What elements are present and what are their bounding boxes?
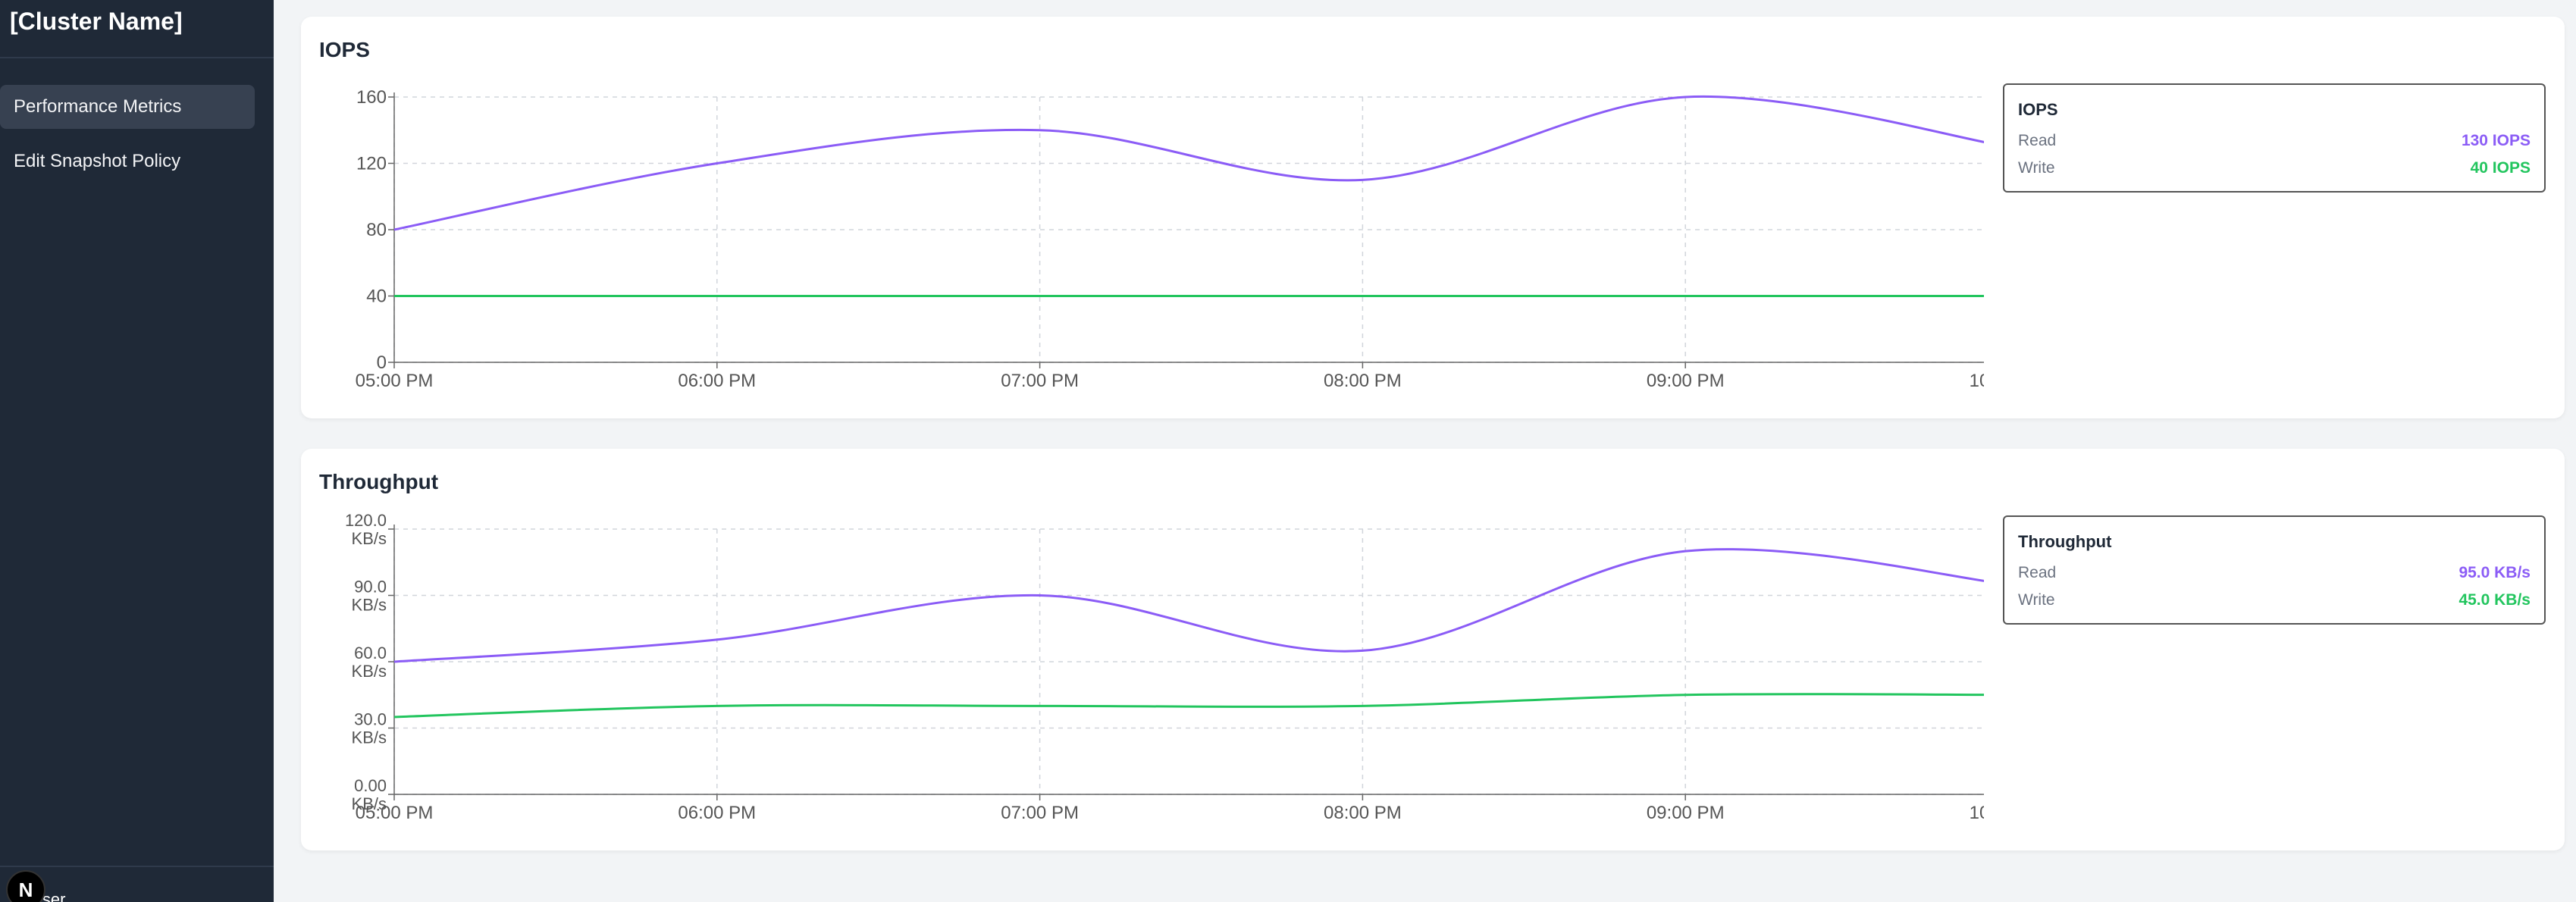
throughput-legend: Throughput Read 95.0 KB/s Write 45.0 KB/… — [2003, 515, 2546, 625]
legend-read-label: Read — [2018, 132, 2057, 149]
y-tick-label: 0 — [377, 352, 387, 373]
throughput-card: Throughput 0.00 KB/s 30.0 KB/s 60.0 KB/s 90.0 K… — [301, 449, 2565, 850]
iops-legend: IOPS Read 130 IOPS Write 40 IOPS — [2003, 83, 2546, 193]
y-tick-unit: KB/s — [352, 529, 387, 548]
throughput-chart: 0.00KB/s30.0KB/s60.0KB/s90.0KB/s120.0KB/… — [345, 511, 1984, 823]
cluster-name-title: [Cluster Name] — [10, 8, 183, 35]
legend-row-read: Read 130 IOPS — [2018, 132, 2531, 153]
x-tick-label: 05:00 PM — [356, 371, 434, 391]
x-tick-label: 06:00 PM — [678, 803, 756, 823]
sidebar-item-label: Edit Snapshot Policy — [14, 151, 181, 171]
legend-row-read: Read 95.0 KB/s — [2018, 564, 2531, 585]
y-tick-label: 120 — [356, 154, 387, 174]
legend-write-value: 45.0 KB/s — [2458, 591, 2531, 609]
legend-read-label: Read — [2018, 564, 2057, 581]
sidebar-item-edit-snapshot-policy[interactable]: Edit Snapshot Policy — [0, 139, 255, 183]
legend-row-write: Write 45.0 KB/s — [2018, 591, 2531, 612]
x-tick-label: 10:00 PM — [1970, 371, 1984, 391]
y-tick-unit: KB/s — [352, 596, 387, 615]
legend-title: IOPS — [2018, 100, 2058, 119]
y-tick-label: 80 — [366, 220, 387, 240]
y-tick-unit: KB/s — [352, 662, 387, 681]
y-tick-label: 120.0 — [345, 511, 387, 530]
legend-write-label: Write — [2018, 159, 2055, 177]
sidebar: [Cluster Name] Performance Metrics Edit … — [0, 0, 274, 902]
user-row[interactable]: User N — [0, 870, 274, 902]
x-tick-label: 05:00 PM — [356, 803, 434, 823]
x-tick-label: 06:00 PM — [678, 371, 756, 391]
x-tick-label: 10:00 PM — [1970, 803, 1984, 823]
x-tick-label: 09:00 PM — [1647, 371, 1725, 391]
y-tick-label: 0.00 — [354, 776, 387, 795]
sidebar-bottom-divider — [0, 866, 274, 867]
y-tick-unit: KB/s — [352, 728, 387, 747]
legend-title: Throughput — [2018, 532, 2112, 551]
legend-read-value: 95.0 KB/s — [2458, 564, 2531, 581]
x-tick-label: 08:00 PM — [1324, 371, 1402, 391]
sidebar-divider — [0, 57, 274, 58]
series-line-read — [393, 548, 1984, 663]
x-tick-label: 07:00 PM — [1001, 371, 1079, 391]
legend-row-write: Write 40 IOPS — [2018, 159, 2531, 180]
main-content: IOPS 0 40 80 120 160 05:00 PM 06:00 PM 07:00 PM… — [274, 0, 2576, 902]
legend-write-value: 40 IOPS — [2470, 159, 2531, 177]
y-tick-label: 60.0 — [354, 644, 387, 662]
y-tick-label: 160 — [356, 87, 387, 108]
sidebar-item-performance-metrics[interactable]: Performance Metrics — [0, 85, 255, 129]
badge-letter: N — [18, 878, 33, 901]
legend-write-label: Write — [2018, 591, 2055, 609]
series-line-write — [393, 693, 1984, 719]
iops-card: IOPS 0 40 80 120 160 05:00 PM 06:00 PM 07:00 PM… — [301, 17, 2565, 418]
y-tick-label: 90.0 — [354, 578, 387, 597]
next-badge-icon[interactable]: N — [6, 870, 45, 902]
y-tick-label: 30.0 — [354, 710, 387, 729]
iops-chart: 0 40 80 120 160 05:00 PM 06:00 PM 07:00 PM 08:00… — [356, 87, 1984, 391]
x-tick-label: 09:00 PM — [1647, 803, 1725, 823]
y-tick-label: 40 — [366, 287, 387, 307]
legend-read-value: 130 IOPS — [2461, 132, 2531, 149]
x-tick-label: 08:00 PM — [1324, 803, 1402, 823]
x-tick-label: 07:00 PM — [1001, 803, 1079, 823]
sidebar-item-label: Performance Metrics — [14, 96, 182, 117]
app-root: [Cluster Name] Performance Metrics Edit … — [0, 0, 2576, 902]
